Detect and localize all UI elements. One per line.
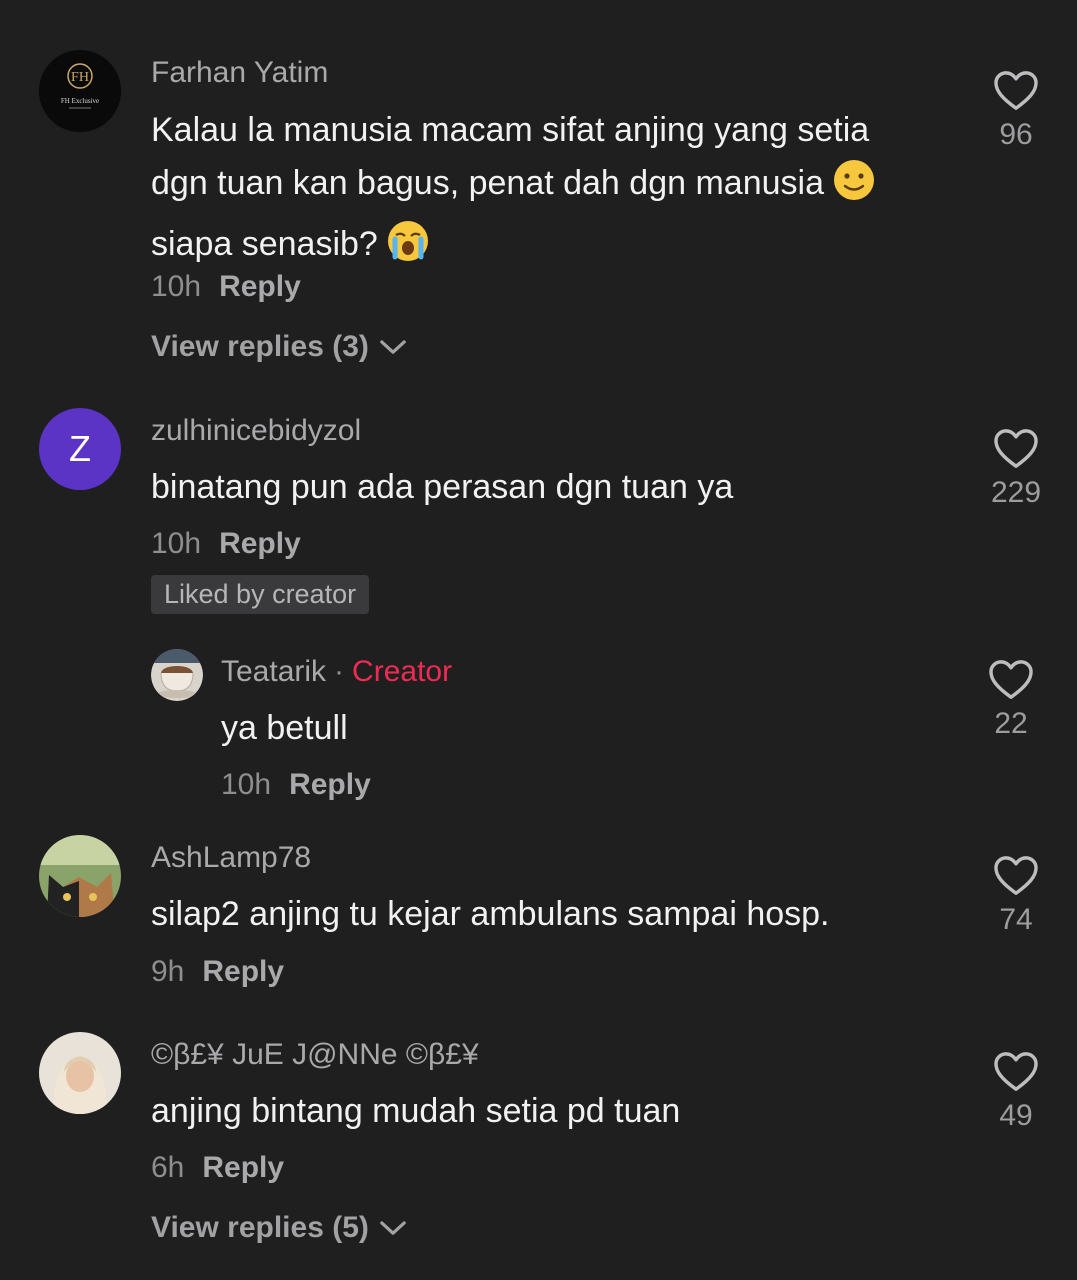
comment-text: silap2 anjing tu kejar ambulans sampai h… [151,895,830,933]
view-replies-button[interactable]: View replies (3) [151,330,407,364]
comment-username[interactable]: Farhan Yatim [151,56,328,90]
like-button[interactable]: 22 [981,659,1041,741]
view-replies-label: View replies (3) [151,330,369,363]
view-replies-label: View replies (5) [151,1211,369,1244]
like-count: 96 [999,118,1033,151]
teacup-avatar-icon [151,649,203,701]
liked-by-creator-badge: Liked by creator [151,575,370,614]
avatar-letter: Z [69,428,91,469]
comment-time: 9h [151,955,185,988]
comment-time: 10h [151,527,202,560]
like-button[interactable]: 49 [986,1051,1046,1133]
comment-text: binatang pun ada perasan dgn tuan ya [151,468,734,506]
like-count: 49 [999,1099,1033,1132]
heart-icon [993,855,1039,897]
heart-icon [988,659,1034,701]
reply-button[interactable]: Reply [219,270,301,303]
comment-text: Kalau la manusia macam sifat anjing yang… [151,104,876,279]
heart-icon [993,428,1039,470]
reply-username[interactable]: Teatarik [221,655,326,688]
cat-avatar-icon [39,835,121,917]
heart-icon [993,70,1039,112]
like-count: 74 [999,903,1033,936]
like-button[interactable]: 229 [986,428,1046,510]
crying-emoji-icon [386,219,430,279]
view-replies-button[interactable]: View replies (5) [151,1211,407,1245]
comment-line: dgn tuan kan bagus, penat dah dgn manusi… [151,157,876,218]
avatar[interactable] [39,1032,121,1114]
svg-text:FH: FH [71,70,89,85]
comment-username[interactable]: AshLamp78 [151,841,311,875]
heart-icon [993,1051,1039,1093]
fh-logo-icon: FH FH Exclusive [39,50,121,132]
comment-username[interactable]: zulhinicebidyzol [151,414,361,448]
person-avatar-icon [39,1032,121,1114]
comment-text: anjing bintang mudah setia pd tuan [151,1092,681,1130]
like-count: 229 [990,476,1042,509]
like-button[interactable]: 96 [986,70,1046,152]
comment-meta: 9h Reply [151,955,284,989]
slight-smile-emoji-icon [832,158,876,218]
reply-button[interactable]: Reply [219,527,301,560]
comment-meta: 10h Reply [151,527,301,561]
avatar[interactable]: FH FH Exclusive [39,50,121,132]
avatar[interactable] [39,835,121,917]
avatar-logo-text: FH Exclusive [61,97,99,105]
comment-time: 10h [151,270,202,303]
avatar[interactable]: Z [39,408,121,490]
like-count: 22 [994,707,1028,740]
comment-username: Teatarik · Creator [221,655,452,689]
creator-label: Creator [352,655,453,688]
comment-time: 10h [221,768,272,801]
comment-meta: 10h Reply [151,270,301,304]
comment-time: 6h [151,1151,185,1184]
comment-meta: 6h Reply [151,1151,284,1185]
avatar[interactable] [151,649,203,701]
separator: · [334,655,345,688]
reply-button[interactable]: Reply [202,955,284,988]
comment-line: Kalau la manusia macam sifat anjing yang… [151,111,870,149]
reply-button[interactable]: Reply [202,1151,284,1184]
comment-text: ya betull [221,709,348,747]
like-button[interactable]: 74 [986,855,1046,937]
reply-button[interactable]: Reply [289,768,371,801]
comment-meta: 10h Reply [221,768,371,802]
comment-username[interactable]: ©β£¥ JuE J@NNe ©β£¥ [151,1038,479,1072]
chevron-down-icon [379,339,407,356]
chevron-down-icon [379,1220,407,1237]
